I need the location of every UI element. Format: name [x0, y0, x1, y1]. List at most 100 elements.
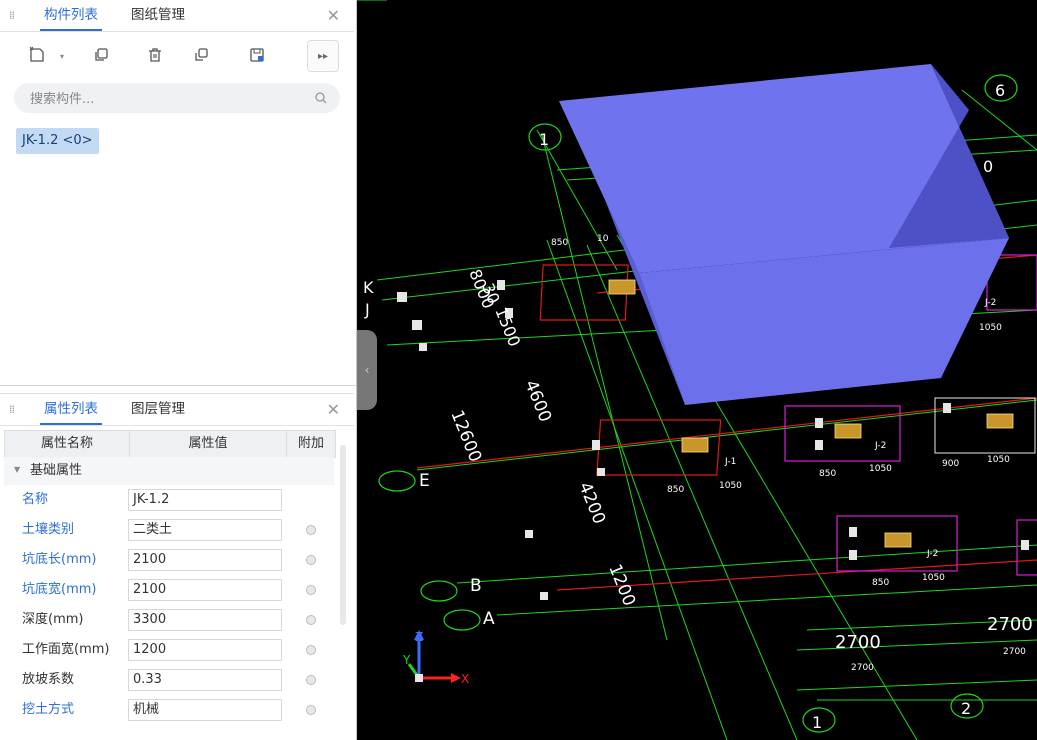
dim-text: 0: [983, 157, 993, 176]
dim-text: 1050: [719, 481, 742, 491]
table-row[interactable]: 深度(mm) 3300: [4, 605, 334, 635]
property-table-header: 属性名称 属性值 附加: [4, 430, 336, 458]
property-value-field[interactable]: 机械: [128, 699, 282, 721]
tab-drawing-management[interactable]: 图纸管理: [127, 0, 189, 31]
table-row[interactable]: 挖土方式 机械: [4, 695, 334, 725]
close-icon[interactable]: ✕: [327, 400, 340, 419]
axis-label-a: A: [483, 609, 495, 629]
extra-radio[interactable]: [306, 525, 316, 535]
extra-radio[interactable]: [306, 615, 316, 625]
table-row[interactable]: 工作面宽(mm) 1200: [4, 635, 334, 665]
dim-text: 1050: [987, 455, 1010, 465]
column-header-value: 属性值: [130, 431, 287, 457]
copy-to-layer-button[interactable]: [186, 40, 216, 70]
foundation-pit-3d[interactable]: [559, 64, 1009, 405]
dim-text: 10: [597, 234, 609, 244]
save-layer-icon: [250, 48, 264, 62]
more-tools-button[interactable]: ▸▸: [307, 40, 339, 72]
axis-label-k: K: [363, 278, 374, 297]
dim-text: 1050: [979, 323, 1002, 333]
property-value-field[interactable]: 二类土: [128, 519, 282, 541]
component-toolbar: ▾ ▸▸: [0, 36, 354, 74]
collapse-panel-handle[interactable]: ‹: [357, 330, 377, 410]
property-name: 坑底宽(mm): [22, 582, 97, 597]
delete-icon: [149, 48, 161, 62]
collapse-caret-icon[interactable]: ▼: [14, 465, 20, 474]
axis-y-label: Y: [402, 653, 411, 667]
tab-property-list[interactable]: 属性列表: [40, 394, 102, 425]
property-value-field[interactable]: 0.33: [128, 669, 282, 691]
footing-label: J-2: [984, 298, 996, 308]
property-value-field[interactable]: 2100: [128, 549, 282, 571]
axis-label-j: J: [364, 300, 370, 319]
extra-radio[interactable]: [306, 675, 316, 685]
dim-text: 12600: [446, 407, 485, 465]
new-component-button[interactable]: [22, 40, 52, 70]
property-value-field[interactable]: 3300: [128, 609, 282, 631]
property-value-field[interactable]: 2100: [128, 579, 282, 601]
component-list-panel: ⁞⁞ 构件列表 图纸管理 ✕ ▾ ▸▸ 搜索构件... JK-1.2 <0>: [0, 0, 356, 386]
property-value-field[interactable]: 1200: [128, 639, 282, 661]
extra-radio[interactable]: [306, 555, 316, 565]
table-row[interactable]: 名称 JK-1.2: [4, 485, 334, 515]
property-panel: ⁞⁞ 属性列表 图层管理 ✕ 属性名称 属性值 附加 ▼ 基础属性 名称 JK-…: [0, 393, 356, 740]
layer-copy-icon: [195, 48, 208, 61]
search-icon[interactable]: [314, 91, 328, 105]
axis-gizmo: Z Y X: [402, 630, 469, 686]
property-name: 土壤类别: [22, 522, 75, 537]
save-layer-button[interactable]: [242, 40, 272, 70]
axis-label-e: E: [419, 471, 430, 491]
list-item-component[interactable]: JK-1.2 <0>: [16, 128, 99, 154]
drag-grip-icon[interactable]: ⁞⁞: [9, 9, 17, 22]
copy-icon: [95, 48, 108, 61]
component-search-input[interactable]: [28, 88, 312, 110]
property-value-field[interactable]: JK-1.2: [128, 489, 282, 511]
dim-text: 2700: [1003, 647, 1026, 657]
property-scrollbar[interactable]: [340, 445, 346, 625]
property-tabbar: ⁞⁞ 属性列表 图层管理 ✕: [0, 393, 354, 426]
property-name: 深度(mm): [22, 612, 84, 627]
table-row[interactable]: 放坡系数 0.33: [4, 665, 334, 695]
extra-radio[interactable]: [306, 705, 316, 715]
new-icon: [29, 46, 44, 62]
dim-text: 1050: [922, 573, 945, 583]
tab-component-list[interactable]: 构件列表: [40, 0, 102, 31]
component-tabbar: ⁞⁞ 构件列表 图纸管理 ✕: [0, 0, 354, 32]
close-icon[interactable]: ✕: [327, 6, 340, 25]
copy-component-button[interactable]: [86, 40, 116, 70]
dim-text: 2700: [835, 632, 881, 653]
axis-label-6: 6: [995, 81, 1005, 100]
column-header-extra: 附加: [297, 436, 324, 451]
tab-layer-management[interactable]: 图层管理: [127, 394, 189, 425]
group-row-basic[interactable]: ▼ 基础属性: [4, 457, 334, 485]
property-name: 工作面宽(mm): [22, 642, 110, 657]
extra-radio[interactable]: [306, 585, 316, 595]
property-name: 挖土方式: [22, 702, 75, 717]
table-row[interactable]: 坑底长(mm) 2100: [4, 545, 334, 575]
axis-z-label: Z: [415, 630, 423, 644]
drag-grip-icon[interactable]: ⁞⁞: [9, 403, 17, 416]
component-search-box: [14, 83, 340, 113]
dropdown-caret-icon[interactable]: ▾: [60, 52, 64, 61]
delete-component-button[interactable]: [140, 40, 170, 70]
axis-x-label: X: [461, 672, 469, 686]
table-row[interactable]: 坑底宽(mm) 2100: [4, 575, 334, 605]
axis-label-2: 2: [961, 699, 971, 718]
axis-label-b: B: [470, 576, 482, 596]
property-name: 坑底长(mm): [22, 552, 97, 567]
axis-label-1-bottom: 1: [812, 713, 822, 732]
dim-text: 4600: [520, 377, 555, 425]
drawing-canvas[interactable]: 1 6 K J E B A 1 2 850 10 0 8000 30 1500 …: [357, 0, 1037, 740]
cad-viewport[interactable]: 1 6 K J E B A 1 2 850 10 0 8000 30 1500 …: [357, 0, 1037, 740]
column-header-name: 属性名称: [5, 431, 130, 457]
dim-text: 4200: [574, 479, 609, 527]
table-row[interactable]: 土壤类别 二类土: [4, 515, 334, 545]
property-name: 名称: [22, 492, 49, 507]
dim-text: 2700: [851, 663, 874, 673]
extra-radio[interactable]: [306, 645, 316, 655]
footing-label: J-2: [926, 549, 938, 559]
footing-label: J-1: [724, 457, 736, 467]
left-panel: ⁞⁞ 构件列表 图纸管理 ✕ ▾ ▸▸ 搜索构件... JK-1.2 <0> ⁞…: [0, 0, 357, 740]
axis-label-1: 1: [539, 130, 549, 149]
dim-text: 850: [872, 578, 889, 588]
